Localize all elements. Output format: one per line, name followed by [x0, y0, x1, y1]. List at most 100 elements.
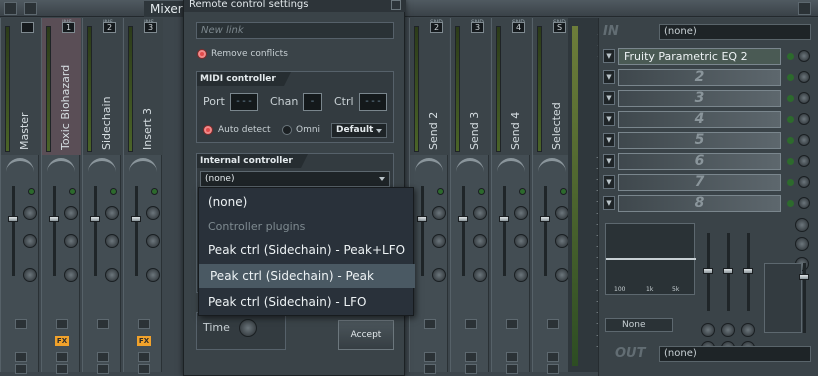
dropdown-option[interactable]: (none) [199, 190, 415, 214]
lock-icon[interactable] [97, 352, 109, 362]
pan-knob[interactable] [514, 206, 528, 220]
disk-icon[interactable] [56, 364, 68, 374]
midi-port-default-select[interactable]: Default [331, 123, 387, 138]
lock-icon[interactable] [547, 352, 559, 362]
slot-mix-knob[interactable] [798, 71, 810, 83]
mixer-channel[interactable]: INS1Toxic BiohazardFX [41, 18, 81, 374]
omni-radio[interactable] [282, 125, 292, 135]
pan-knob[interactable] [23, 206, 37, 220]
chan-value[interactable]: - [303, 93, 322, 111]
slot-menu-arrow-icon[interactable]: ▼ [603, 133, 615, 147]
lock-icon[interactable] [424, 352, 436, 362]
slot-mix-knob[interactable] [798, 134, 810, 146]
mixer-channel[interactable]: Master [0, 18, 40, 374]
disk-icon[interactable] [506, 364, 518, 374]
pan-knob[interactable] [473, 206, 487, 220]
slot-enable-led[interactable] [787, 95, 794, 102]
fx-badge[interactable]: FX [55, 336, 69, 346]
enable-led[interactable] [110, 188, 117, 195]
route-arrow-icon[interactable] [138, 319, 150, 329]
slot-enable-led[interactable] [787, 137, 794, 144]
effect-slot[interactable]: ▼ 7 [603, 174, 813, 191]
volume-fader-handle[interactable] [90, 216, 100, 222]
fx-badge[interactable]: FX [137, 336, 151, 346]
effect-slot[interactable]: ▼ 4 [603, 111, 813, 128]
slot-mix-knob[interactable] [798, 50, 810, 62]
slot-enable-led[interactable] [787, 200, 794, 207]
new-link-field[interactable]: New link [196, 22, 394, 39]
volume-fader-handle[interactable] [8, 216, 18, 222]
pan-knob[interactable] [555, 206, 569, 220]
enable-led[interactable] [437, 188, 444, 195]
route-arrow-icon[interactable] [97, 319, 109, 329]
eq-knob[interactable] [721, 323, 735, 337]
enable-led[interactable] [28, 188, 35, 195]
channel-number[interactable]: 4 [512, 22, 525, 33]
channel-header[interactable]: SND3Send 3 [451, 18, 490, 155]
volume-fader-handle[interactable] [540, 216, 550, 222]
channel-number[interactable]: 3 [144, 22, 157, 33]
route-arrow-icon[interactable] [506, 319, 518, 329]
input-select[interactable]: (none) [659, 24, 811, 40]
volume-fader-track[interactable] [503, 186, 506, 276]
eq-band-handle[interactable] [723, 268, 733, 274]
send-knob[interactable] [23, 268, 37, 282]
slot-name[interactable]: 5 [618, 132, 781, 149]
effect-slot[interactable]: ▼ 8 [603, 195, 813, 212]
send-knob[interactable] [432, 268, 446, 282]
volume-fader-track[interactable] [544, 186, 547, 276]
slot-name[interactable]: Fruity Parametric EQ 2 [618, 48, 781, 65]
volume-fader-handle[interactable] [499, 216, 509, 222]
eq-band-handle[interactable] [743, 268, 753, 274]
stereo-knob[interactable] [555, 234, 569, 248]
master-fader-handle[interactable] [799, 274, 809, 280]
route-arrow-icon[interactable] [465, 319, 477, 329]
slot-menu-arrow-icon[interactable]: ▼ [603, 49, 615, 63]
slot-enable-led[interactable] [787, 74, 794, 81]
slot-menu-arrow-icon[interactable]: ▼ [603, 112, 615, 126]
channel-number[interactable] [21, 22, 34, 33]
volume-fader-track[interactable] [94, 186, 97, 276]
slot-menu-arrow-icon[interactable]: ▼ [603, 154, 615, 168]
slot-enable-led[interactable] [787, 179, 794, 186]
stereo-knob[interactable] [64, 234, 78, 248]
route-arrow-icon[interactable] [56, 319, 68, 329]
enable-led[interactable] [478, 188, 485, 195]
slot-menu-arrow-icon[interactable]: ▼ [603, 91, 615, 105]
slot-menu-arrow-icon[interactable]: ▼ [603, 196, 615, 210]
mixer-channel[interactable]: SND3Send 3 [450, 18, 490, 374]
dialog-close-icon[interactable] [391, 0, 401, 10]
send-knob[interactable] [146, 268, 160, 282]
volume-fader-track[interactable] [53, 186, 56, 276]
remove-conflicts-radio[interactable] [197, 49, 207, 59]
enable-led[interactable] [519, 188, 526, 195]
internal-controller-select[interactable]: (none) [200, 171, 390, 187]
send-knob[interactable] [473, 268, 487, 282]
mixer-channel[interactable]: INS3Insert 3FX [123, 18, 163, 374]
send-knob[interactable] [105, 268, 119, 282]
lock-icon[interactable] [56, 352, 68, 362]
stereo-knob[interactable] [514, 234, 528, 248]
enable-led[interactable] [69, 188, 76, 195]
port-value[interactable]: --- [230, 93, 258, 111]
effect-slot[interactable]: ▼ 6 [603, 153, 813, 170]
volume-fader-track[interactable] [421, 186, 424, 276]
slot-enable-led[interactable] [787, 53, 794, 60]
channel-header[interactable]: INS2Sidechain [83, 18, 122, 155]
stereo-knob[interactable] [473, 234, 487, 248]
channel-number[interactable]: S [553, 22, 566, 33]
eq-knob[interactable] [701, 323, 715, 337]
volume-fader-handle[interactable] [417, 216, 427, 222]
lock-icon[interactable] [15, 352, 27, 362]
close-icon[interactable] [798, 2, 811, 15]
volume-fader-handle[interactable] [131, 216, 141, 222]
lock-icon[interactable] [465, 352, 477, 362]
effect-slot[interactable]: ▼ Fruity Parametric EQ 2 [603, 48, 813, 65]
stereo-knob[interactable] [795, 237, 809, 251]
stereo-knob[interactable] [105, 234, 119, 248]
mixer-channel[interactable]: INS2Sidechain [82, 18, 122, 374]
send-knob[interactable] [64, 268, 78, 282]
volume-fader-track[interactable] [135, 186, 138, 276]
dropdown-option[interactable]: Peak ctrl (Sidechain) - Peak+LFO [199, 238, 415, 262]
ctrl-value[interactable]: --- [359, 93, 387, 111]
